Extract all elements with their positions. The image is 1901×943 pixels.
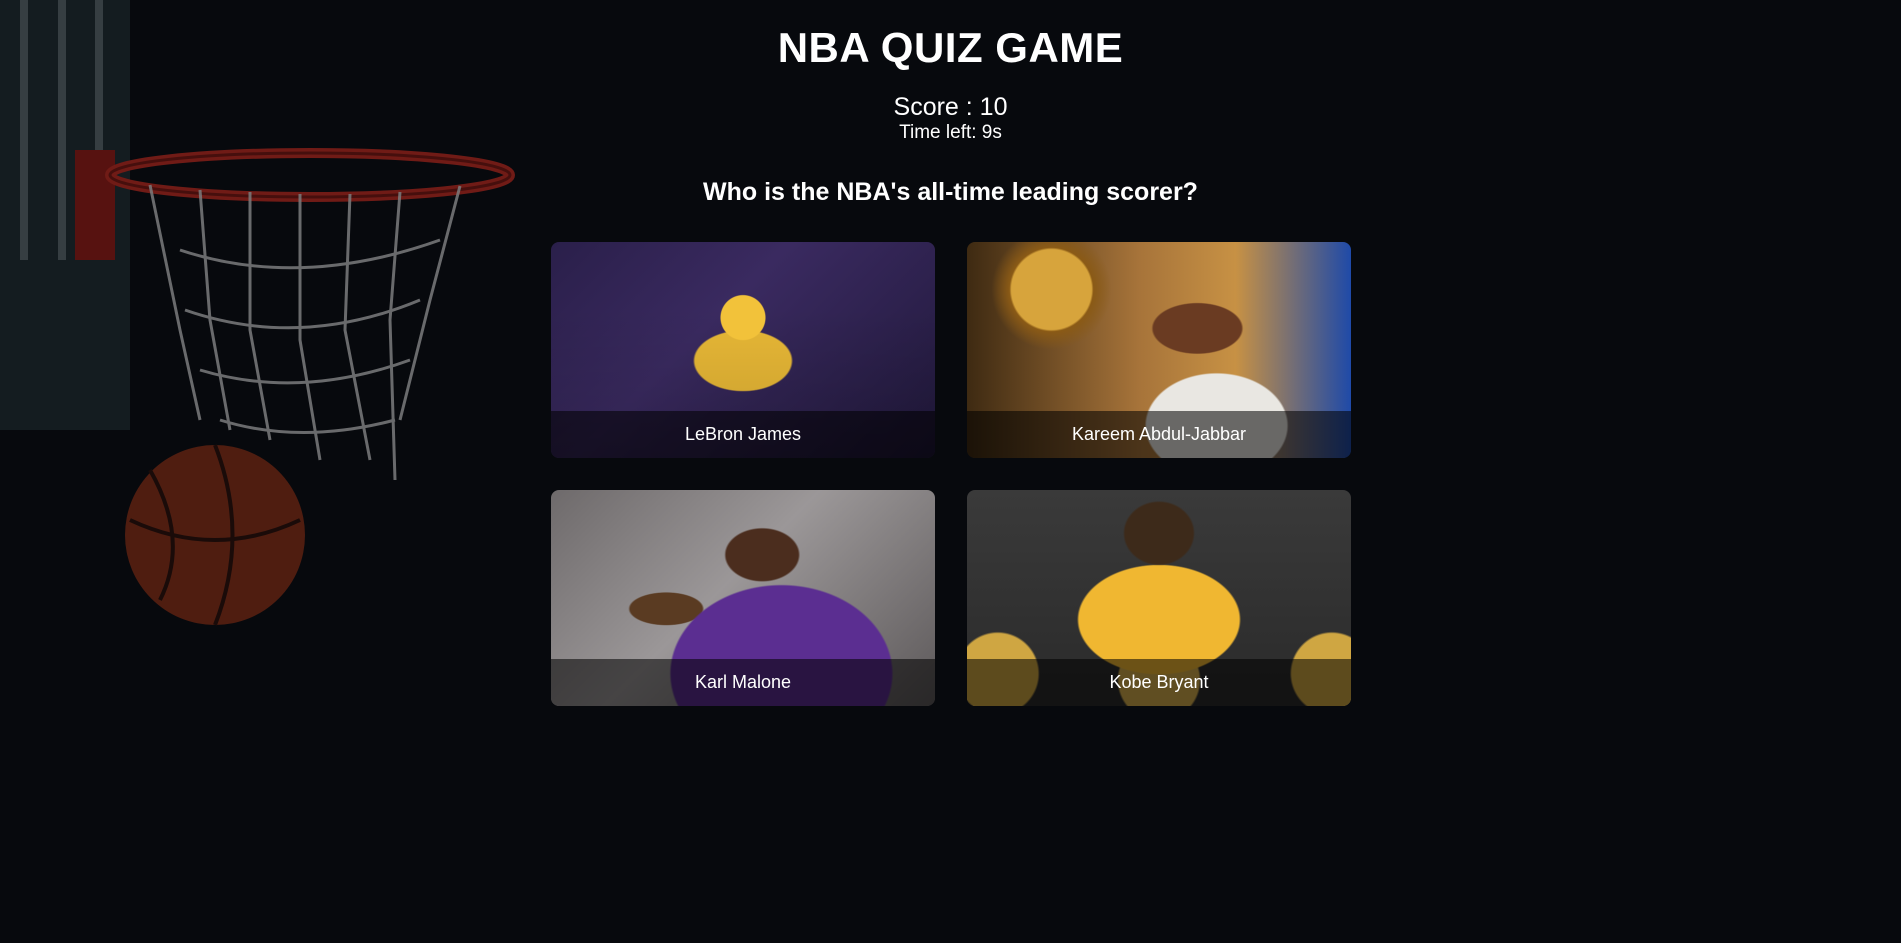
answer-option-label: LeBron James [551,411,935,458]
answer-option-kareem-abdul-jabbar[interactable]: Kareem Abdul-Jabbar [967,242,1351,458]
answer-option-label: Kobe Bryant [967,659,1351,706]
page-title: NBA QUIZ GAME [777,24,1124,71]
answer-options-grid: LeBron James Kareem Abdul-Jabbar Karl Ma… [551,242,1351,706]
answer-option-karl-malone[interactable]: Karl Malone [551,490,935,706]
quiz-page: NBA QUIZ GAME Score : 10 Time left: 9s W… [0,0,1901,943]
quiz-question: Who is the NBA's all-time leading scorer… [703,178,1198,206]
answer-option-label: Karl Malone [551,659,935,706]
answer-option-lebron-james[interactable]: LeBron James [551,242,935,458]
answer-option-label: Kareem Abdul-Jabbar [967,411,1351,458]
score-display: Score : 10 [893,93,1008,121]
answer-option-kobe-bryant[interactable]: Kobe Bryant [967,490,1351,706]
time-left-display: Time left: 9s [899,122,1002,143]
